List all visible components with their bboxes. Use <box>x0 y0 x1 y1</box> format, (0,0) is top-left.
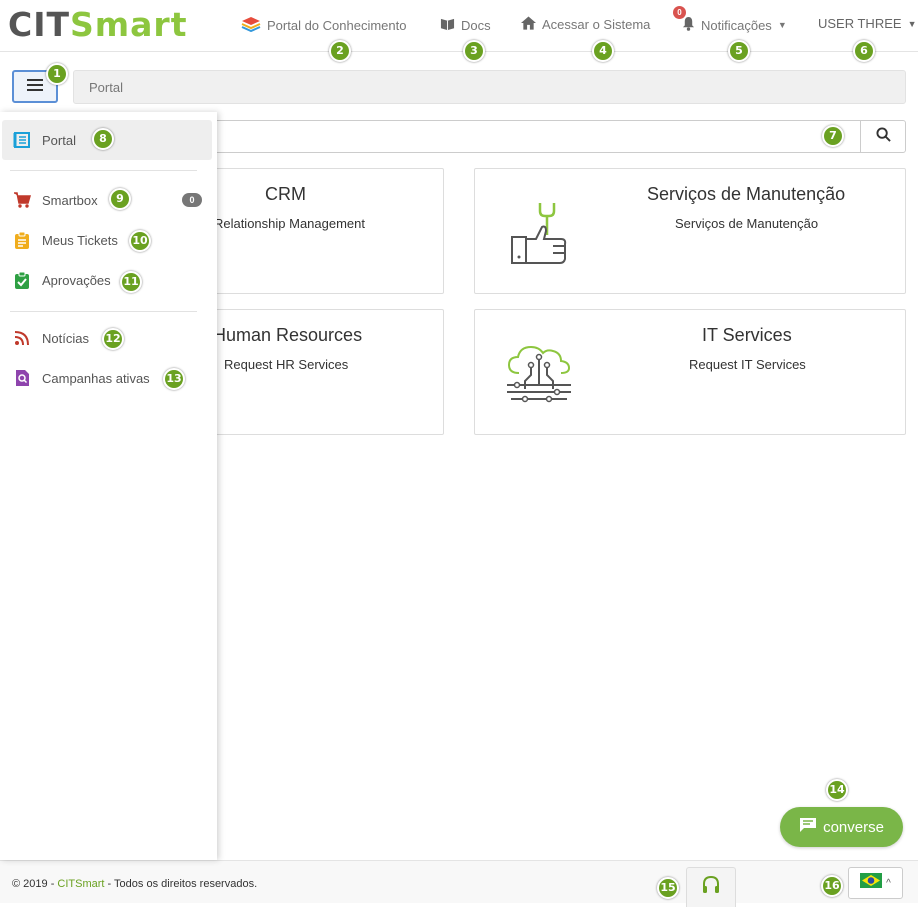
nav-docs[interactable]: Docs <box>440 16 491 34</box>
logo-text-cit: CIT <box>8 5 71 44</box>
step-marker-11: 11 <box>120 271 142 293</box>
brazil-flag-icon <box>860 873 883 893</box>
sidebar-item-my-tickets[interactable]: Meus Tickets <box>2 220 212 260</box>
language-selector[interactable]: ^ <box>848 867 903 899</box>
chat-button-label: converse <box>823 818 884 836</box>
layers-icon <box>241 16 261 35</box>
user-name: USER THREE <box>818 16 902 31</box>
card-title: Serviços de Manutenção <box>647 184 846 204</box>
card-description: Request IT Services <box>689 357 806 372</box>
chat-icon <box>799 817 817 837</box>
nav-knowledge-portal[interactable]: Portal do Conhecimento <box>241 16 406 35</box>
sidebar-item-label: Aprovações <box>42 272 111 288</box>
portal-icon <box>12 130 32 150</box>
hamburger-icon <box>27 78 43 96</box>
nav-knowledge-portal-label: Portal do Conhecimento <box>267 18 407 33</box>
sidebar-item-smartbox[interactable]: Smartbox <box>2 180 212 220</box>
clipboard-check-icon <box>12 270 32 290</box>
citsmart-logo[interactable]: CITSmart <box>8 5 188 44</box>
user-menu[interactable]: USER THREE ▼ <box>818 16 916 31</box>
service-card-it-services[interactable]: IT Services Request IT Services <box>474 309 906 435</box>
service-card-crm[interactable]: CRM Customer Relationship Management <box>154 168 444 294</box>
rss-icon <box>12 328 32 348</box>
sidebar: Portal Smartbox 0 Meus Tickets Aprovaçõe… <box>0 112 217 860</box>
bell-icon: 0 <box>673 6 695 34</box>
step-marker-5: 5 <box>728 40 750 62</box>
notification-count-badge: 0 <box>673 6 686 19</box>
caret-down-icon: ▼ <box>777 20 787 30</box>
top-navbar: CITSmart Portal do Conhecimento Docs Ace… <box>0 0 918 52</box>
nav-docs-label: Docs <box>461 17 491 33</box>
nav-access-system[interactable]: Acessar o Sistema <box>521 16 650 33</box>
copyright-suffix: - Todos os direitos reservados. <box>104 878 258 890</box>
smartbox-count-badge: 0 <box>182 193 202 207</box>
chevron-up-icon: ^ <box>886 877 891 889</box>
step-marker-7: 7 <box>822 125 844 147</box>
copyright-text: © 2019 - CITSmart - Todos os direitos re… <box>12 878 257 890</box>
card-title: IT Services <box>702 325 792 345</box>
search-icon <box>875 126 891 147</box>
sidebar-divider <box>10 311 197 312</box>
card-title: CRM <box>265 184 306 204</box>
nav-access-system-label: Acessar o Sistema <box>542 17 651 32</box>
service-card-maintenance[interactable]: Serviços de Manutenção Serviços de Manut… <box>474 168 906 294</box>
copyright-brand-link[interactable]: CITSmart <box>57 878 104 890</box>
sidebar-item-approvals[interactable]: Aprovações <box>2 260 212 300</box>
search-button[interactable] <box>860 120 906 153</box>
nav-notifications-label: Notificações <box>701 17 772 33</box>
step-marker-14: 14 <box>826 779 848 801</box>
breadcrumb: Portal <box>73 70 906 104</box>
headset-icon <box>701 875 721 900</box>
step-marker-9: 9 <box>109 188 131 210</box>
sidebar-item-label: Smartbox <box>42 192 98 208</box>
card-title: Human Resources <box>213 325 363 345</box>
step-marker-3: 3 <box>463 40 485 62</box>
home-icon <box>521 16 536 33</box>
thumbs-up-wrench-icon <box>509 199 569 272</box>
breadcrumb-current: Portal <box>89 80 123 95</box>
copyright-prefix: © 2019 - <box>12 878 58 890</box>
step-marker-15: 15 <box>657 877 679 899</box>
support-headset-button[interactable] <box>686 867 736 907</box>
logo-text-smart: Smart <box>70 5 188 44</box>
step-marker-1: 1 <box>46 63 68 85</box>
card-description: Request HR Services <box>224 357 349 372</box>
cloud-circuit-icon <box>505 343 573 410</box>
step-marker-2: 2 <box>329 40 351 62</box>
footer: © 2019 - CITSmart - Todos os direitos re… <box>0 860 918 903</box>
step-marker-16: 16 <box>821 875 843 897</box>
step-marker-6: 6 <box>853 40 875 62</box>
step-marker-13: 13 <box>163 368 185 390</box>
sidebar-divider <box>10 170 197 171</box>
clipboard-icon <box>12 230 32 250</box>
sidebar-item-label: Meus Tickets <box>42 232 118 248</box>
step-marker-4: 4 <box>592 40 614 62</box>
card-description: Serviços de Manutenção <box>675 216 819 231</box>
sidebar-item-label: Campanhas ativas <box>42 370 150 386</box>
caret-down-icon: ▼ <box>907 18 917 29</box>
step-marker-10: 10 <box>129 230 151 252</box>
search-input[interactable] <box>200 120 861 153</box>
step-marker-8: 8 <box>92 128 114 150</box>
cart-icon <box>12 190 32 210</box>
campaign-search-icon <box>12 368 32 388</box>
nav-notifications[interactable]: 0 Notificações ▼ <box>673 6 787 34</box>
sidebar-item-label: Portal <box>42 132 76 148</box>
sidebar-item-label: Notícias <box>42 330 89 346</box>
step-marker-12: 12 <box>102 328 124 350</box>
service-card-human-resources[interactable]: Human Resources Request HR Services <box>200 309 444 435</box>
chat-button[interactable]: converse <box>780 807 903 847</box>
book-icon <box>440 16 455 34</box>
